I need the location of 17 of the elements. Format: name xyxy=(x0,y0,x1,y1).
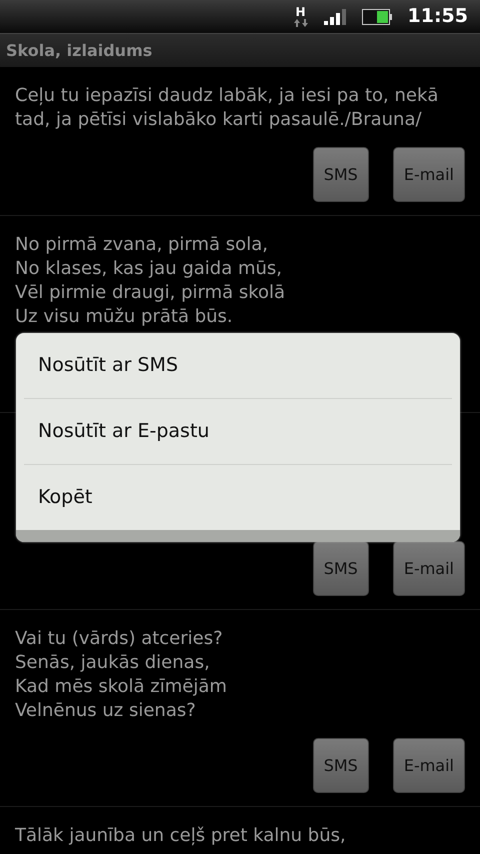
battery-icon xyxy=(362,8,392,24)
quote-text: Tālāk jaunība un ceļš pret kalnu būs, xyxy=(15,824,347,848)
menu-item[interactable]: Nosūtīt ar E-pastu xyxy=(16,399,460,464)
quote-text: Vai tu (vārds) atceries? Senās, jaukās dienas, Kad mēs skolā zīmējām Velnēnus uz sienas? xyxy=(15,627,228,723)
email-button[interactable]: E-mail xyxy=(392,738,465,793)
menu-item[interactable]: Nosūtīt ar SMS xyxy=(16,333,460,398)
sms-button[interactable]: SMS xyxy=(312,738,369,793)
sms-button[interactable]: SMS xyxy=(312,541,369,596)
sms-button[interactable]: SMS xyxy=(312,147,369,202)
clock-time: 11:55 xyxy=(408,4,468,30)
quote-text: No pirmā zvana, pirmā sola, No klases, kas jau gaida mūs, Vēl pirmie draugi, pirmā skolā Uz visu mūžu prātā būs. xyxy=(15,233,286,329)
signal-icon xyxy=(324,8,346,24)
window-title: Skola, izlaidums xyxy=(5,40,152,62)
email-button[interactable]: E-mail xyxy=(392,147,465,202)
quote-text: Ceļu tu iepazīsi daudz labāk, ja iesi pa to, nekā tad, ja pētīsi vislabāko karti pasaulē./Brauna/ xyxy=(15,84,440,132)
email-button[interactable]: E-mail xyxy=(392,541,465,596)
menu-item[interactable]: Kopēt xyxy=(16,465,460,530)
